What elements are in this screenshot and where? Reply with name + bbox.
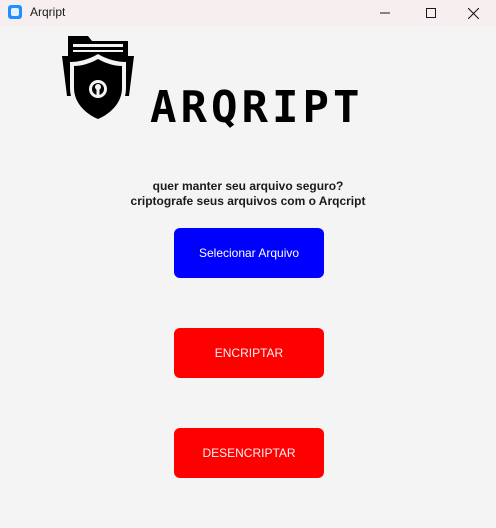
decrypt-button[interactable]: DESENCRIPTAR — [174, 428, 324, 478]
tagline-line-1: quer manter seu arquivo seguro? — [152, 179, 344, 193]
logo — [58, 30, 138, 131]
folder-lock-icon — [62, 36, 134, 124]
app-icon — [8, 5, 22, 19]
minimize-icon — [380, 12, 390, 14]
minimize-button[interactable] — [362, 0, 408, 26]
close-button[interactable] — [450, 0, 496, 26]
encrypt-button[interactable]: ENCRIPTAR — [174, 328, 324, 378]
app-window: Arqript ARQRIPT quer manter seu arquivo … — [0, 0, 496, 528]
maximize-button[interactable] — [408, 0, 454, 26]
app-wordmark: ARQRIPT — [150, 82, 364, 133]
tagline-line-2: criptografe seus arquivos com o Arqcript — [130, 194, 366, 208]
select-file-button[interactable]: Selecionar Arquivo — [174, 228, 324, 278]
window-title: Arqript — [30, 5, 66, 19]
close-icon — [467, 7, 479, 19]
title-bar[interactable]: Arqript — [0, 0, 496, 26]
maximize-icon — [426, 8, 436, 18]
